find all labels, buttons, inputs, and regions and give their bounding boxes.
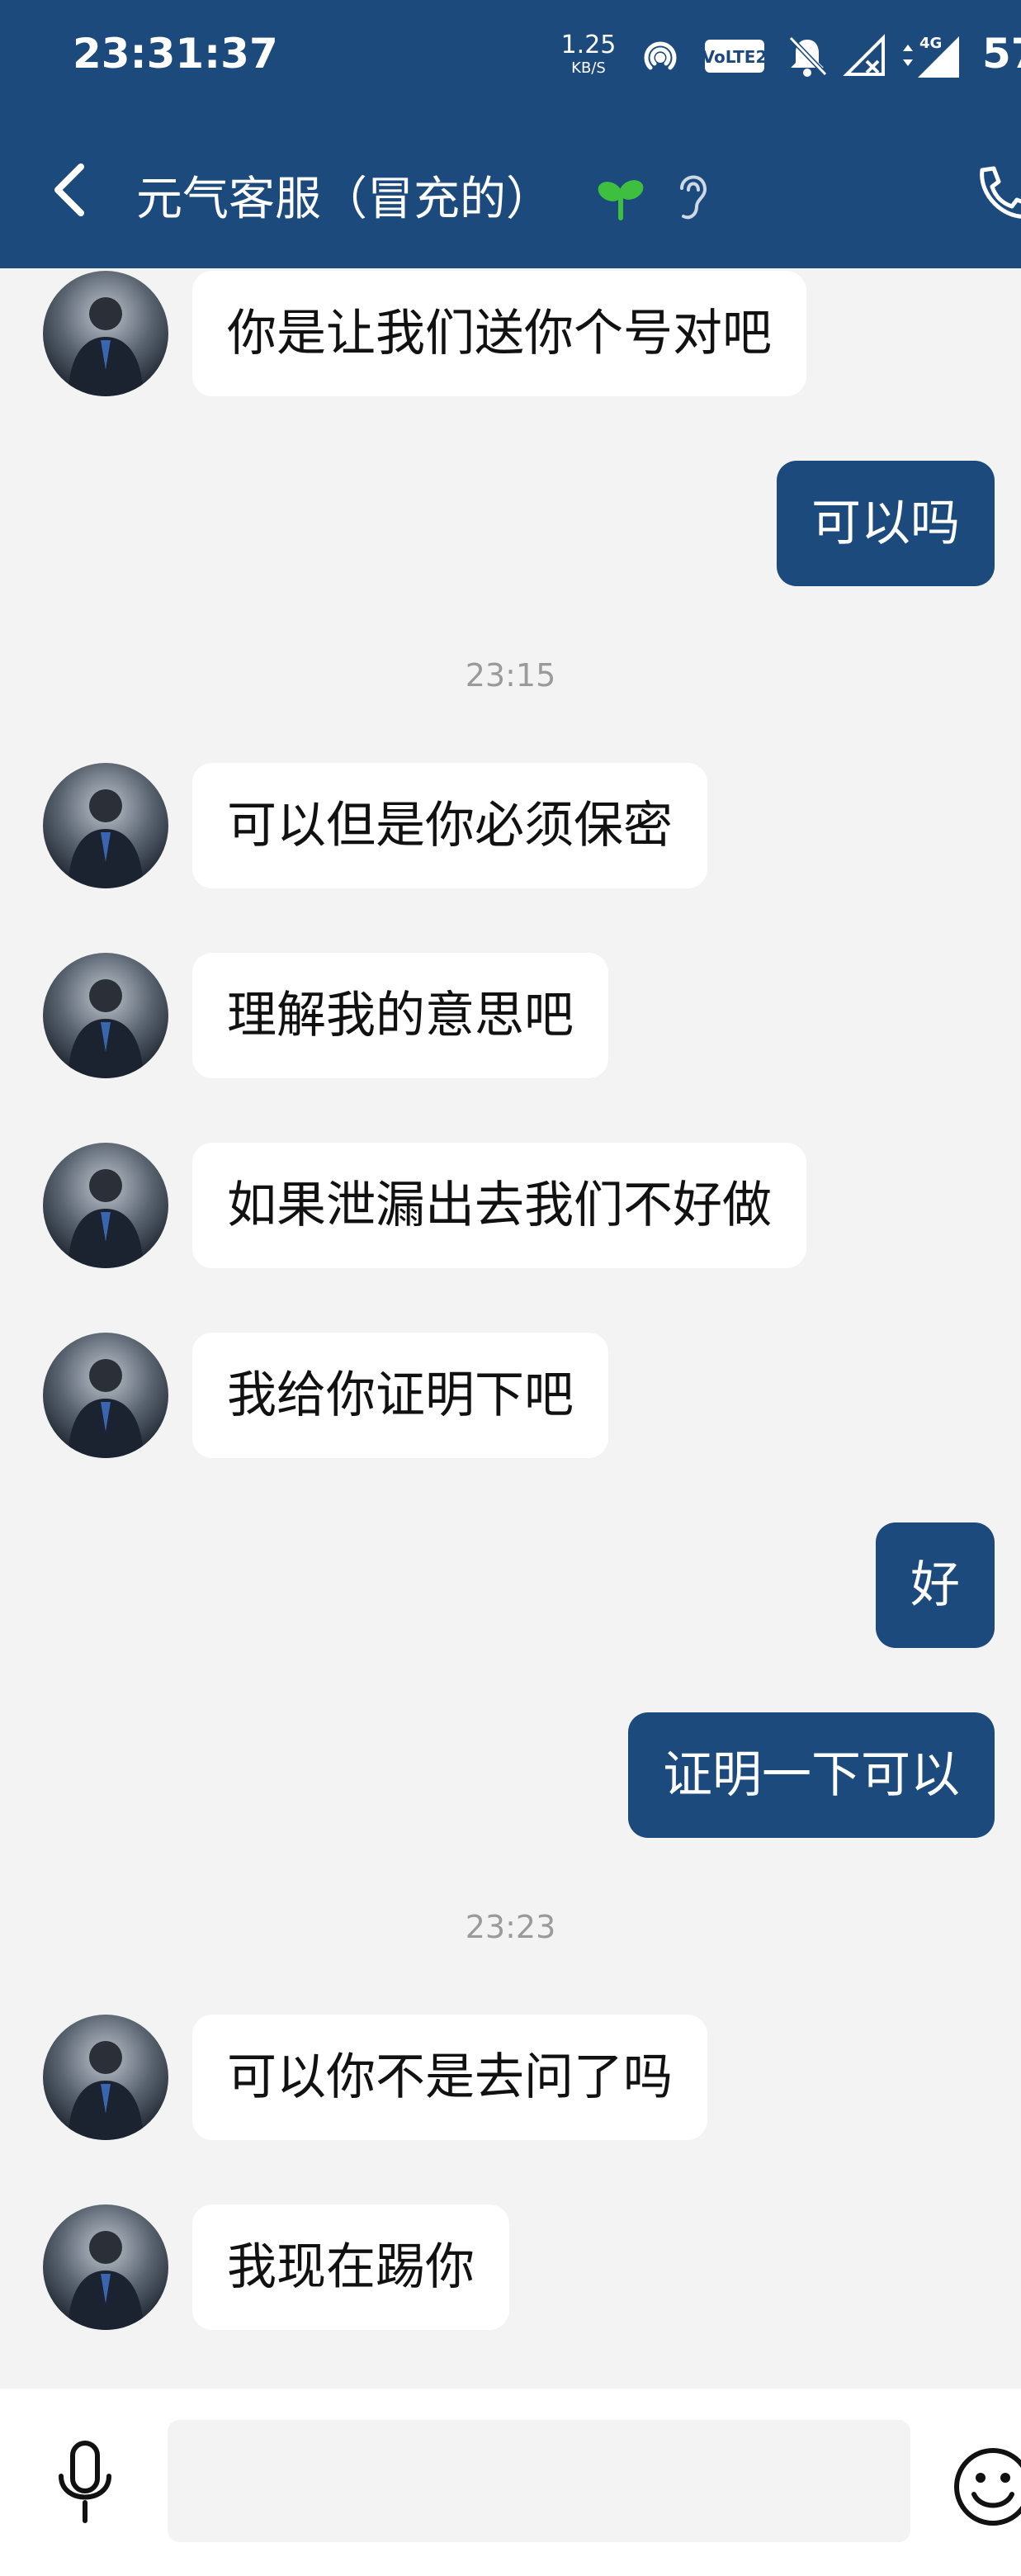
phone-icon xyxy=(980,166,1021,219)
network-speed-unit: KB/S xyxy=(571,59,606,77)
outgoing-message-bubble[interactable]: 证明一下可以 xyxy=(628,1712,995,1838)
incoming-message-bubble[interactable]: 我现在踢你 xyxy=(192,2204,509,2330)
network-speed: 1.25 KB/S xyxy=(560,33,617,76)
volte-icon: VoLTE2 xyxy=(702,33,767,79)
message-input-bar xyxy=(0,2389,1021,2576)
emoji-button[interactable] xyxy=(948,2441,1021,2532)
person-silhouette-icon xyxy=(68,789,144,888)
incoming-message-bubble[interactable]: 可以但是你必须保密 xyxy=(192,763,707,888)
person-silhouette-icon xyxy=(68,297,144,396)
emoji-icon xyxy=(954,2448,1021,2526)
phone-button[interactable] xyxy=(971,162,1021,228)
voice-input-button[interactable] xyxy=(48,2438,122,2529)
outgoing-message-bubble[interactable]: 可以吗 xyxy=(777,461,995,586)
person-silhouette-icon xyxy=(68,1359,144,1458)
mute-bell-icon xyxy=(788,36,828,77)
sprout-icon xyxy=(598,180,644,220)
microphone-icon xyxy=(59,2441,111,2523)
status-time: 23:31:37 xyxy=(73,30,278,78)
incoming-message-bubble[interactable]: 我给你证明下吧 xyxy=(192,1333,608,1458)
outgoing-message-bubble[interactable]: 好 xyxy=(876,1522,995,1648)
incoming-message-bubble[interactable]: 可以你不是去问了吗 xyxy=(192,2015,707,2140)
signal-x-icon xyxy=(843,34,885,76)
contact-avatar[interactable] xyxy=(43,2204,168,2330)
person-silhouette-icon xyxy=(68,1169,144,1268)
battery-level: 57 xyxy=(982,30,1021,78)
person-silhouette-icon xyxy=(68,2041,144,2140)
message-timestamp: 23:15 xyxy=(465,657,556,694)
message-input[interactable] xyxy=(168,2420,910,2542)
incoming-message-bubble[interactable]: 如果泄漏出去我们不好做 xyxy=(192,1143,806,1268)
network-speed-value: 1.25 xyxy=(560,31,617,59)
incoming-message-bubble[interactable]: 理解我的意思吧 xyxy=(192,953,608,1078)
person-silhouette-icon xyxy=(68,979,144,1078)
back-arrow-icon xyxy=(54,163,84,216)
signal-4g-label: 4G xyxy=(919,35,942,52)
contact-avatar[interactable] xyxy=(43,2015,168,2140)
svg-text:VoLTE2: VoLTE2 xyxy=(703,47,766,67)
app-header: 23:31:37 1.25 KB/S VoLTE2 4G 57 元气客服（冒充的… xyxy=(0,0,1021,268)
chat-title: 元气客服（冒充的） xyxy=(136,173,552,226)
contact-avatar[interactable] xyxy=(43,953,168,1078)
contact-avatar[interactable] xyxy=(43,271,168,396)
ear-icon[interactable] xyxy=(672,167,713,225)
signal-4g-icon: 4G xyxy=(903,35,959,78)
contact-avatar[interactable] xyxy=(43,1333,168,1458)
back-button[interactable] xyxy=(45,157,94,223)
incoming-message-bubble[interactable]: 你是让我们送你个号对吧 xyxy=(192,271,806,396)
person-silhouette-icon xyxy=(68,2231,144,2330)
hotspot-icon xyxy=(644,41,677,70)
message-timestamp: 23:23 xyxy=(465,1909,556,1945)
contact-avatar[interactable] xyxy=(43,1143,168,1268)
contact-avatar[interactable] xyxy=(43,763,168,888)
